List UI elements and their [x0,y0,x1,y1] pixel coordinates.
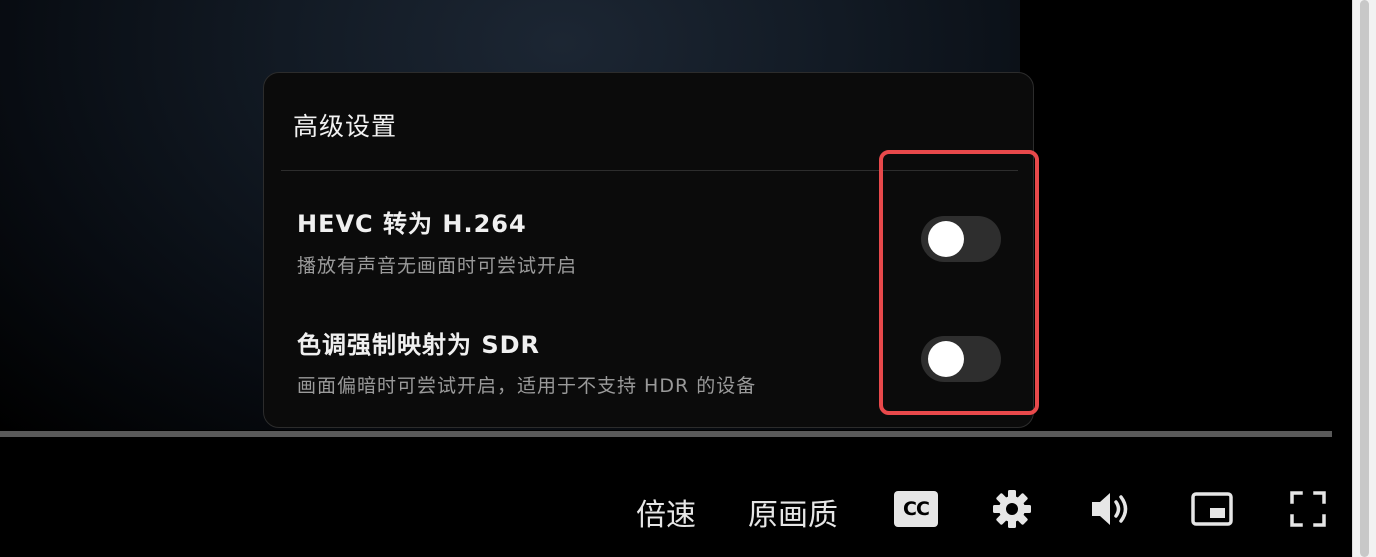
quality-button[interactable]: 原画质 [748,490,838,534]
panel-title: 高级设置 [293,112,398,141]
option-description: 画面偏暗时可尝试开启，适用于不支持 HDR 的设备 [297,375,757,397]
scrollbar-thumb[interactable] [1360,0,1369,557]
option-title: 色调强制映射为 SDR [297,331,541,359]
option-description: 播放有声音无画面时可尝试开启 [297,255,578,277]
picture-in-picture-icon[interactable] [1190,491,1234,527]
speed-button[interactable]: 倍速 [636,490,696,534]
fullscreen-icon[interactable] [1289,490,1327,528]
video-player[interactable]: 高级设置 HEVC 转为 H.264 播放有声音无画面时可尝试开启 色调强制映射… [0,0,1352,557]
cc-icon[interactable]: CC [894,491,938,527]
progress-bar[interactable] [0,431,1332,437]
gear-icon[interactable] [990,487,1034,531]
option-title: HEVC 转为 H.264 [297,210,527,238]
highlight-box [879,150,1039,415]
volume-icon[interactable] [1088,489,1134,529]
page-scrollbar[interactable] [1352,0,1376,557]
